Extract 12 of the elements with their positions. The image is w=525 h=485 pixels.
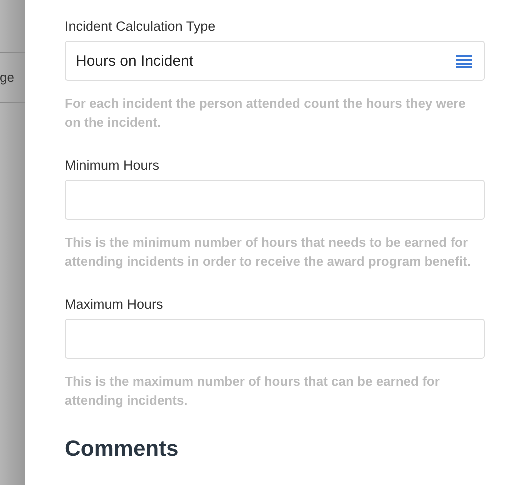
section-heading: Comments bbox=[65, 436, 180, 462]
field-label: Incident Calculation Type bbox=[65, 19, 217, 35]
help-text: This is the maximum number of hours that can be earned for attending incidents. bbox=[65, 373, 441, 410]
input-field[interactable] bbox=[65, 319, 485, 359]
input-field[interactable] bbox=[65, 180, 485, 220]
sidebar-item[interactable]: ge bbox=[0, 53, 25, 103]
field-label: Minimum Hours bbox=[65, 158, 161, 174]
list-icon bbox=[456, 54, 472, 68]
help-text: This is the minimum number of hours that needs to be earned for attending incidents in order to receive the award program benefit. bbox=[65, 234, 472, 271]
select-field[interactable]: Hours on Incident bbox=[65, 41, 485, 81]
help-text: For each incident the person attended count the hours they were on the incident. bbox=[65, 95, 467, 132]
field-label: Maximum Hours bbox=[65, 297, 164, 313]
